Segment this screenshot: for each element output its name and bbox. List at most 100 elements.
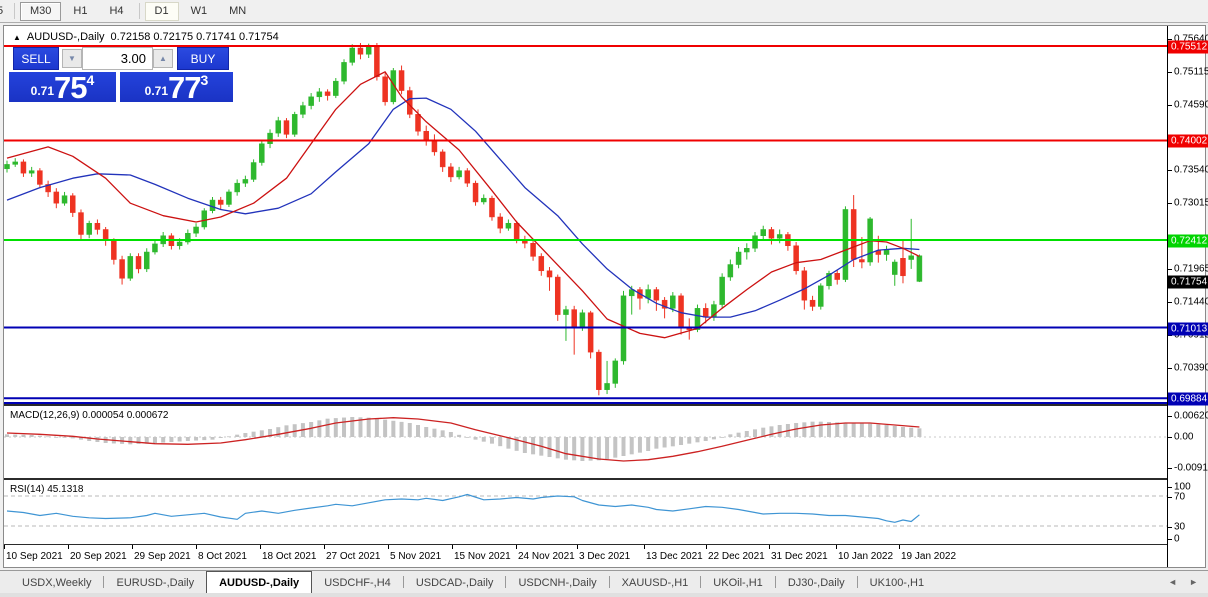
sell-price-prefix: 0.71 [31, 84, 54, 98]
chart-tab-dj30-daily[interactable]: DJ30-,Daily [776, 573, 857, 593]
sell-button[interactable]: SELL [13, 47, 59, 70]
buy-price-display[interactable]: 0.71 77 3 [120, 72, 233, 102]
date-label: 10 Sep 2021 [6, 551, 63, 562]
price-tick [1168, 368, 1172, 369]
date-label: 13 Dec 2021 [646, 551, 703, 562]
date-tick [68, 545, 69, 549]
date-label: 18 Oct 2021 [262, 551, 316, 562]
price-line-chip: 0.69884 [1168, 393, 1208, 406]
price-tick [1168, 302, 1172, 303]
price-label: 0.73540 [1174, 165, 1208, 176]
price-tick [1168, 468, 1172, 469]
price-tick [1168, 487, 1172, 488]
arrow-down-icon: ▼ [68, 54, 76, 63]
mt4-terminal: 5 M30H1H4 D1W1MN 10 Sep 2021 20 Sep 2021 29 … [0, 0, 1208, 597]
chart-tab-usdchf-h4[interactable]: USDCHF-,H4 [312, 573, 403, 593]
date-tick [196, 545, 197, 549]
date-label: 3 Dec 2021 [579, 551, 630, 562]
timeframe-button-h4[interactable]: H4 [99, 2, 133, 21]
date-label: 24 Nov 2021 [518, 551, 575, 562]
one-click-trading-panel: SELL ▼ 3.00 ▲ BUY 0.71 75 4 0.71 77 3 [9, 47, 233, 127]
date-tick [899, 545, 900, 549]
date-label: 5 Nov 2021 [390, 551, 441, 562]
price-label: 0.74590 [1174, 99, 1208, 110]
timeframe-button-h1[interactable]: H1 [63, 2, 97, 21]
toolbar-separator [139, 3, 140, 19]
date-axis: 10 Sep 2021 20 Sep 2021 29 Sep 2021 8 Oct 2… [4, 545, 1167, 567]
price-line-chip: 0.71754 [1168, 276, 1208, 289]
date-tick [769, 545, 770, 549]
rsi-label: RSI(14) 45.1318 [10, 484, 83, 495]
date-label: 8 Oct 2021 [198, 551, 247, 562]
volume-input[interactable]: 3.00 [82, 47, 153, 70]
price-tick [1168, 497, 1172, 498]
date-tick [706, 545, 707, 549]
chart-tab-eurusd-daily[interactable]: EURUSD-,Daily [104, 573, 206, 593]
chart-tab-usdcnh-daily[interactable]: USDCNH-,Daily [506, 573, 608, 593]
chart-symbol-label: AUDUSD-,Daily [27, 31, 105, 43]
macd-axis-label: -0.009197 [1174, 462, 1208, 473]
rsi-axis-label: 0 [1174, 534, 1180, 545]
macd-axis-label: 0.00 [1174, 432, 1193, 443]
window-bottom-edge [0, 593, 1208, 597]
price-tick [1168, 170, 1172, 171]
rsi-axis-label: 70 [1174, 492, 1185, 503]
volume-decrease-button[interactable]: ▼ [62, 49, 82, 68]
date-label: 20 Sep 2021 [70, 551, 127, 562]
date-tick [836, 545, 837, 549]
rsi-canvas[interactable] [4, 480, 1167, 544]
price-axis[interactable]: 0.756400.751150.745900.735400.730150.719… [1167, 26, 1205, 567]
tab-scroll-left-icon[interactable]: ◄ [1168, 577, 1177, 587]
date-label: 29 Sep 2021 [134, 551, 191, 562]
price-line-chip: 0.75512 [1168, 41, 1208, 54]
date-label: 27 Oct 2021 [326, 551, 380, 562]
date-tick [132, 545, 133, 549]
price-line-chip: 0.71013 [1168, 322, 1208, 335]
price-tick [1168, 105, 1172, 106]
timeframe-button-w1[interactable]: W1 [181, 2, 218, 21]
chart-tab-audusd-daily[interactable]: AUDUSD-,Daily [206, 571, 312, 593]
date-label: 10 Jan 2022 [838, 551, 893, 562]
price-tick [1168, 539, 1172, 540]
macd-axis-label: 0.006201 [1174, 411, 1208, 422]
chart-tab-xauusd-h1[interactable]: XAUUSD-,H1 [610, 573, 701, 593]
date-label: 15 Nov 2021 [454, 551, 511, 562]
timeframe-button-d1[interactable]: D1 [145, 2, 179, 21]
price-line-chip: 0.74002 [1168, 135, 1208, 148]
price-tick [1168, 416, 1172, 417]
chart-tab-usdcad-daily[interactable]: USDCAD-,Daily [404, 573, 506, 593]
price-label: 0.71965 [1174, 263, 1208, 274]
buy-price-prefix: 0.71 [145, 84, 168, 98]
date-tick [452, 545, 453, 549]
date-label: 19 Jan 2022 [901, 551, 956, 562]
tab-scroll-right-icon[interactable]: ► [1189, 577, 1198, 587]
chart-tab-uk100-h1[interactable]: UK100-,H1 [858, 573, 936, 593]
chart-tab-usdx-weekly[interactable]: USDX,Weekly [10, 573, 103, 593]
price-tick [1168, 527, 1172, 528]
price-tick [1168, 203, 1172, 204]
date-tick [4, 545, 5, 549]
arrow-up-icon: ▲ [159, 54, 167, 63]
timeframe-toolbar: 5 M30H1H4 D1W1MN [0, 0, 1208, 23]
buy-button[interactable]: BUY [177, 47, 229, 70]
collapse-arrow-icon[interactable]: ▲ [13, 33, 21, 42]
date-tick [260, 545, 261, 549]
price-tick [1168, 269, 1172, 270]
price-tick [1168, 72, 1172, 73]
macd-canvas[interactable] [4, 406, 1167, 478]
timeframe-button-mn[interactable]: MN [219, 2, 256, 21]
timeframe-button-m30[interactable]: M30 [20, 2, 61, 21]
chart-tab-ukoil-h1[interactable]: UKOil-,H1 [701, 573, 775, 593]
timeframe-button-5[interactable]: 5 [0, 2, 9, 21]
buy-price-pips: 77 [168, 74, 200, 101]
volume-increase-button[interactable]: ▲ [153, 49, 173, 68]
date-tick [644, 545, 645, 549]
plot-area: 10 Sep 2021 20 Sep 2021 29 Sep 2021 8 Oct 2… [4, 26, 1167, 567]
price-label: 0.73015 [1174, 198, 1208, 209]
buy-price-point: 3 [201, 72, 209, 88]
price-label: 0.71440 [1174, 296, 1208, 307]
sell-price-display[interactable]: 0.71 75 4 [9, 72, 116, 102]
price-tick [1168, 437, 1172, 438]
date-tick [388, 545, 389, 549]
toolbar-separator [14, 3, 15, 19]
